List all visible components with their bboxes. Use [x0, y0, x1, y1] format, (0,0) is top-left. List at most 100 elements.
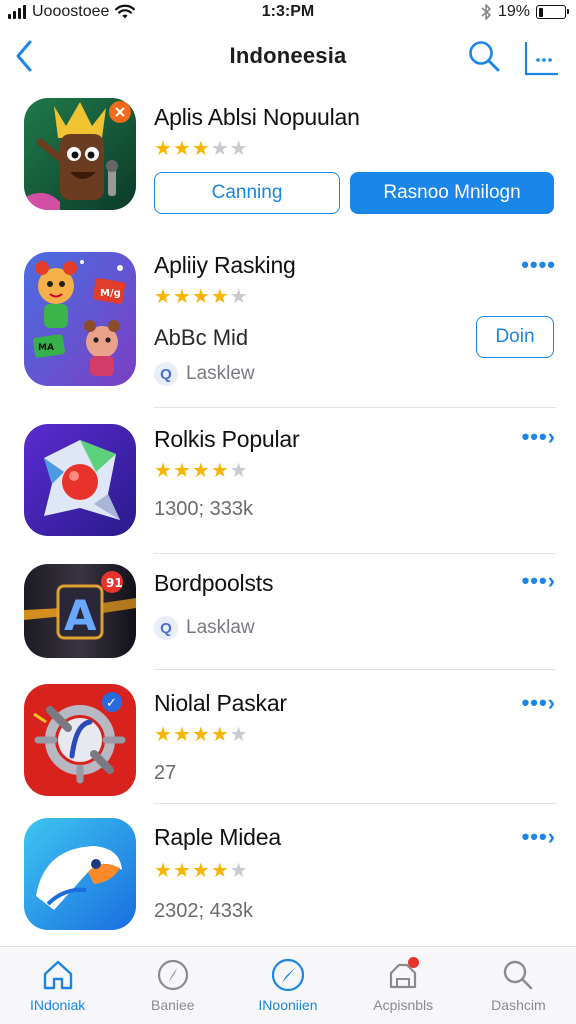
status-right: 19% [480, 3, 569, 21]
primary-action-button[interactable]: Rasnoo Mnilogn [350, 172, 554, 214]
star-empty-icon: ★ [229, 724, 249, 746]
list-item[interactable]: M/g MA Apliiy Rasking •••• ★★★★★ AbBc Mi… [0, 230, 576, 408]
more-options-button[interactable]: •••› [522, 568, 556, 594]
tab-label: Acpisnbls [373, 997, 434, 1013]
tab-label: Baniee [151, 997, 195, 1013]
tab-browse[interactable]: Baniee [115, 947, 230, 1024]
more-options-button[interactable]: •••› [522, 690, 556, 716]
star-rating: ★★★★★ [154, 722, 249, 747]
star-rating: ★★★★★ [154, 458, 249, 483]
more-menu-button[interactable] [522, 38, 562, 78]
svg-text:A: A [64, 591, 97, 640]
star-filled-icon: ★ [191, 460, 211, 482]
tab-navigation[interactable]: INooniien [230, 947, 345, 1024]
app-icon-compass-tool[interactable]: ✓ [24, 684, 136, 796]
list-item[interactable]: A 91 Bordpoolsts •••› Q Lasklaw [0, 554, 576, 670]
app-icon-bird-wave[interactable] [24, 818, 136, 930]
app-icon-letter-a[interactable]: A 91 [24, 564, 136, 658]
star-empty-icon: ★ [229, 138, 249, 160]
battery-percent: 19% [497, 3, 530, 20]
search-icon [504, 960, 533, 990]
more-options-button[interactable]: •••› [522, 424, 556, 450]
star-filled-icon: ★ [210, 860, 230, 882]
compass-tool-icon: ✓ [24, 684, 136, 796]
star-shape-icon [24, 424, 136, 536]
search-button[interactable] [462, 34, 506, 78]
app-stats: 27 [154, 762, 177, 784]
app-icon-cartoon-characters[interactable]: M/g MA [24, 252, 136, 386]
star-filled-icon: ★ [191, 138, 211, 160]
app-name: Bordpoolsts [154, 570, 274, 596]
app-icon-star-shape[interactable] [24, 424, 136, 536]
app-name: Apliiy Rasking [154, 252, 296, 278]
star-filled-icon: ★ [154, 460, 173, 482]
star-filled-icon: ★ [210, 460, 230, 482]
tab-apps[interactable]: Acpisnbls [346, 947, 461, 1024]
app-name: Niolal Paskar [154, 690, 287, 716]
star-empty-icon: ★ [229, 286, 249, 308]
star-filled-icon: ★ [154, 138, 173, 160]
app-name: Rolkis Popular [154, 426, 300, 452]
navigation-bar: Indoneesia [0, 30, 576, 86]
navigation-icon [271, 958, 305, 992]
svg-text:91: 91 [106, 576, 123, 590]
tab-search[interactable]: Dashcim [461, 947, 576, 1024]
app-stats: 2302; 433k [154, 900, 253, 922]
compass-icon [157, 959, 188, 991]
tab-label: INdoniak [29, 997, 86, 1013]
star-filled-icon: ★ [172, 460, 192, 482]
battery-icon [536, 5, 569, 19]
letter-a-icon: A 91 [24, 564, 136, 658]
get-button[interactable]: Doin [476, 316, 554, 358]
list-item[interactable]: Aplis Ablsi Nopuulan ★★★★★ Canning Rasno… [0, 88, 576, 230]
more-options-button[interactable]: •••› [522, 824, 556, 850]
bluetooth-icon [481, 4, 491, 20]
star-filled-icon: ★ [154, 860, 173, 882]
list-item[interactable]: Raple Midea •••› ★★★★★ 2302; 433k [0, 804, 576, 946]
svg-text:M/g: M/g [100, 288, 121, 299]
tab-label: Dashcim [491, 997, 546, 1013]
home-icon [43, 960, 72, 990]
star-filled-icon: ★ [210, 286, 230, 308]
svg-text:MA: MA [38, 343, 54, 353]
notification-badge [407, 957, 419, 968]
tab-label: INooniien [258, 997, 318, 1013]
tag-label: Lasklew [186, 363, 255, 384]
more-menu-icon [524, 42, 558, 76]
search-icon [469, 41, 500, 72]
star-filled-icon: ★ [154, 286, 173, 308]
app-subtitle: AbBc Mid [154, 325, 249, 350]
app-icon-tree-character[interactable] [24, 98, 136, 210]
star-rating: ★★★★★ [154, 858, 249, 883]
app-stats: 1300; 333k [154, 498, 253, 520]
app-name: Raple Midea [154, 824, 281, 850]
tag-icon: Q [154, 616, 178, 640]
svg-text:✓: ✓ [106, 696, 117, 711]
star-empty-icon: ★ [229, 860, 249, 882]
star-filled-icon: ★ [172, 724, 192, 746]
list-item[interactable]: Rolkis Popular •••› ★★★★★ 1300; 333k [0, 408, 576, 554]
star-filled-icon: ★ [154, 724, 173, 746]
list-item[interactable]: ✓ Niolal Paskar •••› ★★★★★ 27 [0, 670, 576, 804]
star-filled-icon: ★ [191, 286, 211, 308]
star-rating: ★★★★★ [154, 136, 249, 161]
star-filled-icon: ★ [172, 286, 192, 308]
secondary-action-button[interactable]: Canning [154, 172, 340, 214]
tab-bar: INdoniak Baniee INooniien Acpisnbls Dash… [0, 946, 576, 1024]
star-rating: ★★★★★ [154, 284, 249, 309]
star-filled-icon: ★ [172, 138, 192, 160]
battery-fill [538, 7, 544, 17]
more-options-button[interactable]: •••• [521, 252, 556, 278]
app-tag: Q Lasklaw [154, 616, 255, 640]
app-tag: Q Lasklew [154, 362, 255, 386]
star-empty-icon: ★ [210, 138, 230, 160]
star-filled-icon: ★ [191, 724, 211, 746]
app-list: Aplis Ablsi Nopuulan ★★★★★ Canning Rasno… [0, 88, 576, 946]
app-name: Aplis Ablsi Nopuulan [154, 104, 360, 130]
tab-home[interactable]: INdoniak [0, 947, 115, 1024]
tag-icon: Q [154, 362, 178, 386]
cartoon-characters-icon: M/g MA [24, 252, 136, 386]
star-filled-icon: ★ [191, 860, 211, 882]
tag-label: Lasklaw [186, 617, 255, 638]
star-empty-icon: ★ [229, 460, 249, 482]
